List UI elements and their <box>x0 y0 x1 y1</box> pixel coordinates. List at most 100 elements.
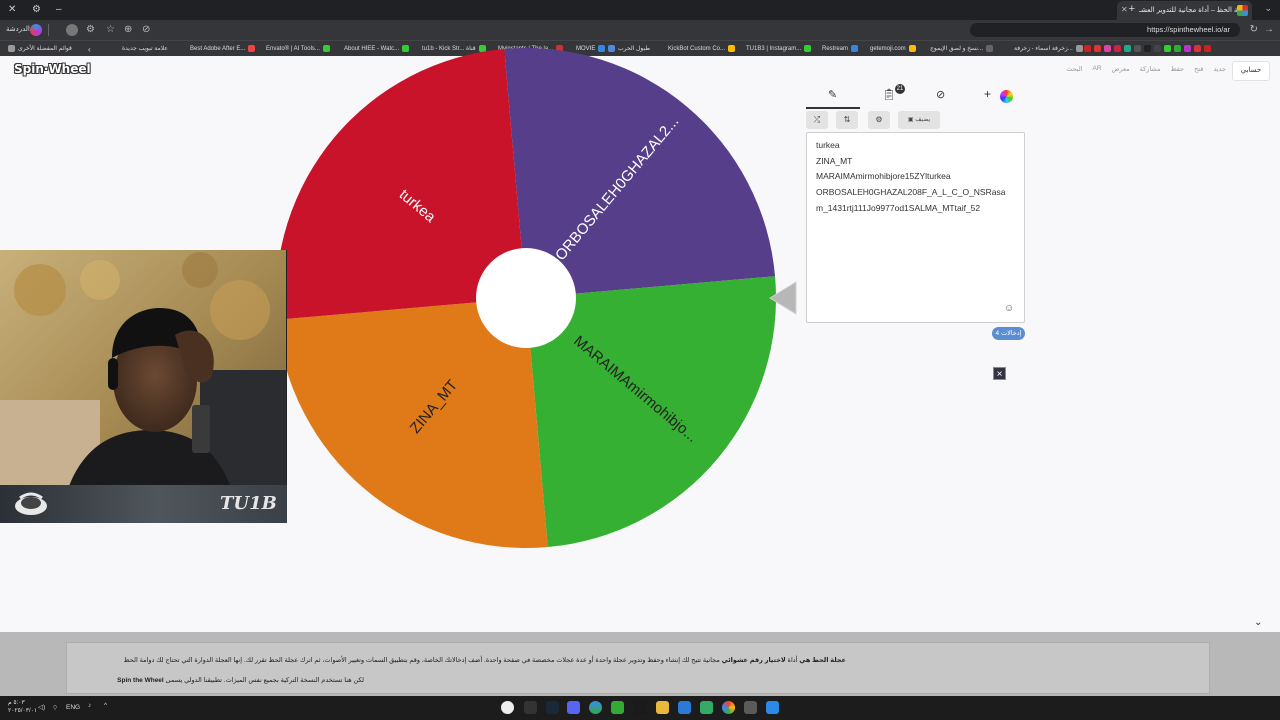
app-icon[interactable] <box>678 701 691 714</box>
wheel-pointer-icon <box>769 281 797 315</box>
smiley-icon[interactable]: ☺ <box>1004 303 1014 314</box>
entry-count-badge: إدخالات 4 <box>992 327 1025 340</box>
entry-line: ORBOSALEH0GHAZAL208F_A_L_C_O_NSRasa <box>816 187 1006 198</box>
bookmark-item[interactable]: Best Adobe After E... <box>190 45 256 52</box>
chevron-left-icon[interactable]: ‹ <box>88 45 91 54</box>
language-indicator[interactable]: ENG <box>66 704 80 711</box>
page-info-icon[interactable]: ⊕ <box>124 24 132 35</box>
description-text: مجانية تتيح لك إنشاء وحفظ وتدوير عجلة وا… <box>123 657 722 664</box>
bookmark-item[interactable]: زخرفة اسماء - زخرفة... <box>1014 45 1083 52</box>
description-text: لكن هنا تستخدم النسخة التركية بجميع نفس … <box>163 677 364 684</box>
entry-line: m_1431rtj111Jo9977od1SALMA_MTtaif_52 <box>816 202 981 213</box>
entries-textarea[interactable]: turkea ZINA_MT MARAIMAmirmohibjore15ZYlt… <box>806 132 1025 323</box>
add-image-label: يضيف <box>915 117 931 123</box>
obs-icon[interactable] <box>501 701 514 714</box>
add-wheel-button[interactable]: + <box>984 87 991 101</box>
account-button[interactable]: حسابي <box>1232 61 1270 81</box>
entry-line: MARAIMAmirmohibjore15ZYlturkea <box>816 171 951 182</box>
app-icon[interactable] <box>700 701 713 714</box>
app-icon[interactable] <box>524 701 537 714</box>
nav-open[interactable]: فتح <box>1194 65 1203 73</box>
chevron-down-icon[interactable]: ⌄ <box>1254 617 1262 628</box>
minimize-icon[interactable]: – <box>56 4 62 15</box>
webcam-overlay <box>0 250 287 523</box>
description-line: لكن هنا تستخدم النسخة التركية بجميع نفس … <box>117 676 364 684</box>
description-text: أداة <box>785 657 800 664</box>
os-taskbar: ٥:٠٣ م ٢٠٢٥/٠٣/٠١ ◁) ⌔ ENG ♪ ^ <box>0 696 1280 720</box>
clock-date: ٢٠٢٥/٠٣/٠١ <box>8 708 38 714</box>
app-name-link[interactable]: Spin the Wheel <box>117 677 164 684</box>
close-ad-icon[interactable]: × <box>993 367 1006 380</box>
browser-tab-bar: ✕ ⚙ – ✕ عجلة الحظ – أداة مجانية للتدوير … <box>0 0 1280 20</box>
site-nav: جديد فتح حفظ مشاركة معرض AR البحث <box>1066 65 1226 73</box>
nav-new[interactable]: جديد <box>1213 65 1226 73</box>
profile-label[interactable]: الدردشة <box>6 25 30 33</box>
start-icon[interactable] <box>766 701 779 714</box>
description-line: عجلة الحظ هي أداة لاختيار رقم عشوائي مجا… <box>124 656 846 664</box>
file-explorer-icon[interactable] <box>656 701 669 714</box>
sort-icon: ⇅ <box>843 115 851 124</box>
add-image-button[interactable]: ▣ يضيف <box>898 111 940 129</box>
wheel[interactable]: ORBOSALEH0GHAZAL2... MARAIMAmirmohibjo...… <box>276 46 776 550</box>
capcut-icon[interactable] <box>634 701 647 714</box>
search-icon[interactable] <box>744 701 757 714</box>
reload-icon[interactable]: ↻ <box>1250 24 1258 35</box>
bookmark-item[interactable]: Restream <box>822 45 859 52</box>
app-icon[interactable] <box>611 701 624 714</box>
bookmark-item[interactable]: نسخ و لصق الإيموج... <box>930 45 994 52</box>
forward-icon[interactable]: → <box>1264 24 1274 35</box>
active-tab-indicator <box>806 107 860 109</box>
new-tab-icon[interactable]: + <box>1129 3 1135 15</box>
tab-search-icon[interactable]: ⌄ <box>1264 3 1272 14</box>
chevron-up-icon[interactable]: ^ <box>104 702 107 709</box>
discord-icon[interactable] <box>567 701 580 714</box>
mascot-logo-icon <box>15 492 47 515</box>
volume-icon[interactable]: ◁) <box>38 703 45 711</box>
close-tab-icon[interactable]: ✕ <box>1121 5 1128 14</box>
gear-icon: ⚙ <box>875 115 883 124</box>
mic-icon[interactable]: ♪ <box>88 702 91 709</box>
webcam-brand: TU1B <box>220 493 277 514</box>
nav-save[interactable]: حفظ <box>1171 65 1184 73</box>
active-tab[interactable]: ✕ عجلة الحظ – أداة مجانية للتدوير العشـ <box>1117 1 1252 20</box>
share-icon[interactable]: ⊘ <box>142 24 150 35</box>
wifi-icon[interactable]: ⌔ <box>52 703 58 712</box>
nav-search[interactable]: البحث <box>1066 65 1082 73</box>
address-bar[interactable]: https://spinthewheel.io/ar <box>970 23 1240 37</box>
nav-share[interactable]: مشاركة <box>1140 65 1161 73</box>
clipboard-icon[interactable]: 📋︎ <box>882 88 896 101</box>
bookmark-item[interactable]: getemoji.com <box>870 45 916 52</box>
extension-icon[interactable] <box>66 24 78 36</box>
shuffle-icon: ⤮ <box>813 115 821 124</box>
pin-icon[interactable]: ⚙ <box>32 4 41 15</box>
pinned-icons[interactable] <box>1084 45 1211 52</box>
image-icon: ▣ <box>907 117 914 123</box>
edge-icon[interactable] <box>589 701 602 714</box>
close-window-icon[interactable]: ✕ <box>8 4 16 15</box>
star-icon[interactable]: ☆ <box>106 24 115 35</box>
bookmark-item[interactable]: قوائم المفضلة الأخرى <box>8 45 72 52</box>
sort-button[interactable]: ⇅ <box>836 111 858 129</box>
description-bold: عجلة الحظ هي <box>799 657 846 664</box>
eye-off-icon[interactable]: ⊘ <box>936 88 945 101</box>
steam-icon[interactable] <box>546 701 559 714</box>
pencil-icon[interactable]: ✎ <box>828 88 837 101</box>
color-wheel-icon[interactable] <box>1000 90 1013 103</box>
site-logo[interactable]: Spin·Wheel <box>14 62 91 76</box>
browser-toolbar: الدردشة ⚙ ☆ ⊕ ⊘ https://spinthewheel.io/… <box>0 20 1280 40</box>
clock[interactable]: ٥:٠٣ م ٢٠٢٥/٠٣/٠١ <box>8 699 37 715</box>
wheel-hub[interactable] <box>476 248 576 348</box>
site-favicon-icon <box>1237 5 1248 16</box>
shuffle-button[interactable]: ⤮ <box>806 111 828 129</box>
description-box <box>66 642 1210 694</box>
chrome-icon[interactable] <box>722 701 735 714</box>
tab-title: عجلة الحظ – أداة مجانية للتدوير العشـ <box>1139 7 1249 14</box>
extensions-icon[interactable]: ⚙ <box>86 24 95 35</box>
bookmark-item[interactable]: علامة تبويب جديدة <box>122 45 168 52</box>
entry-line: ZINA_MT <box>816 155 853 166</box>
results-count-badge: 21 <box>895 84 905 94</box>
nav-gallery[interactable]: معرض <box>1112 65 1130 73</box>
settings-button[interactable]: ⚙ <box>868 111 890 129</box>
nav-language[interactable]: AR <box>1093 65 1102 73</box>
profile-avatar-icon[interactable] <box>30 24 42 36</box>
